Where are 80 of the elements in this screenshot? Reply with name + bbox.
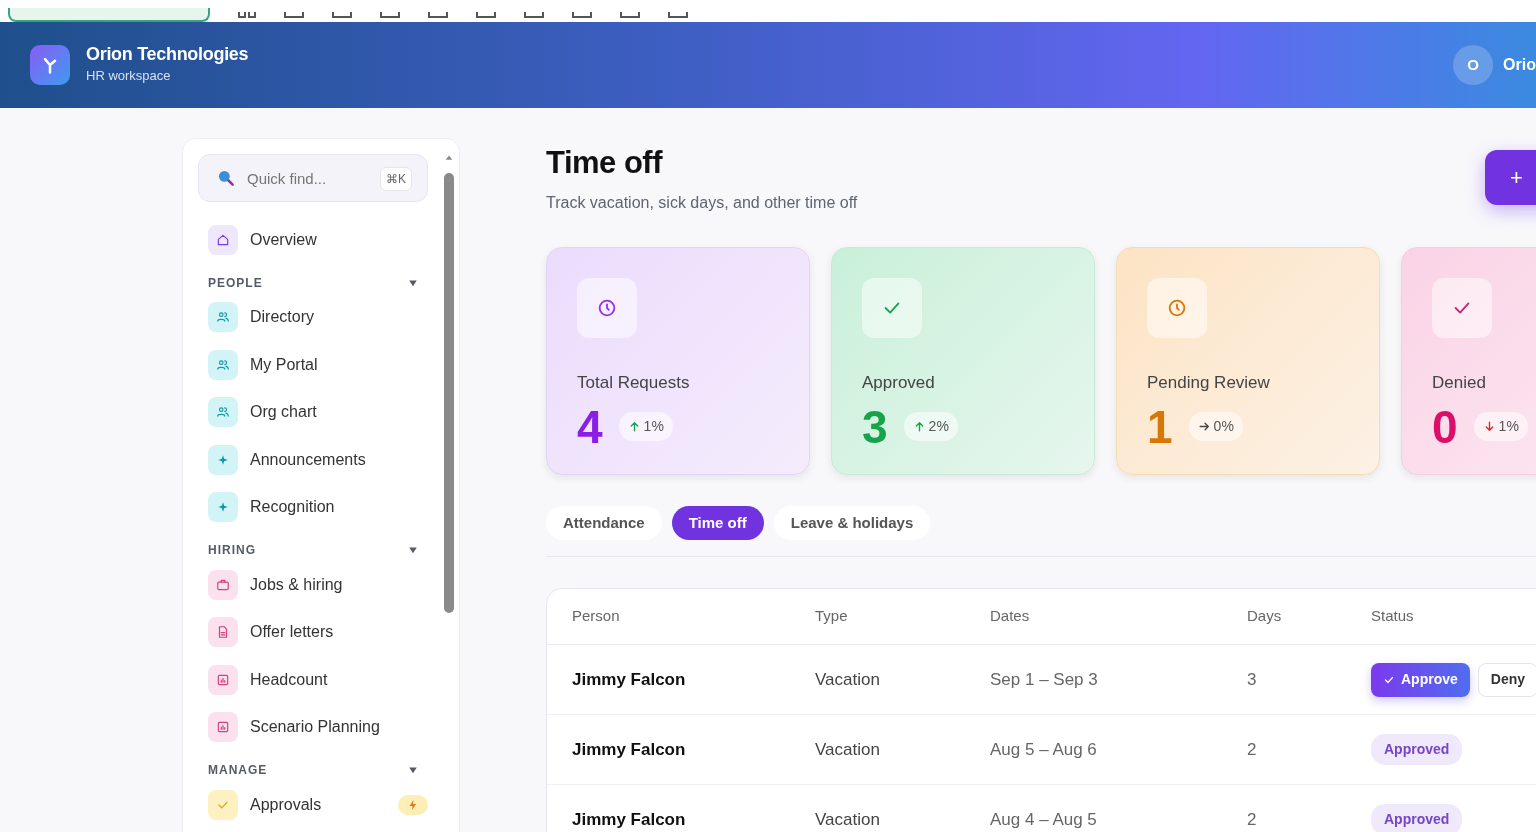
table-cell-text: Aug 4 – Aug 5 [990, 808, 1098, 831]
apps-icon[interactable] [238, 12, 256, 18]
caret-icon[interactable] [408, 765, 418, 775]
section-heading: HIRING [208, 542, 256, 559]
table-cell-text: Jimmy Falcon [572, 808, 687, 831]
status-badge: Approved [1371, 804, 1463, 832]
stat-label: Total Requests [577, 372, 691, 395]
nav-item[interactable]: Directory [198, 293, 428, 341]
document-tile-icon [208, 617, 238, 648]
table-cell-text: 2 [1247, 808, 1258, 831]
column-header: Type [815, 606, 849, 627]
section-heading: PEOPLE [208, 274, 263, 292]
stat-value: 4 [577, 403, 603, 450]
nav-item[interactable]: Jobs & hiring [198, 561, 428, 609]
deny-button[interactable]: Deny [1477, 662, 1536, 697]
tab[interactable]: Leave & holidays [773, 506, 931, 541]
nav-item[interactable]: Offer letters [198, 608, 428, 656]
status-badge: Approved [1371, 734, 1463, 766]
folder-icon[interactable] [284, 12, 304, 18]
trend-badge: 1% [618, 412, 673, 442]
nav-item[interactable]: Announcements [198, 436, 428, 484]
bookmark-chip[interactable] [8, 8, 210, 22]
table-cell-text: Sep 1 – Sep 3 [990, 668, 1099, 691]
table-cell-text: Jimmy Falcon [572, 668, 687, 691]
stat-label: Denied [1432, 372, 1487, 395]
column-header: Days [1247, 606, 1283, 627]
check-tile-icon [208, 789, 238, 820]
home-tile-icon [208, 224, 238, 255]
page-subtitle: Track vacation, sick days, and other time off [546, 193, 859, 214]
shortcut-key: ⌘K [380, 167, 412, 191]
people-tile-icon [208, 302, 238, 333]
caret-icon[interactable] [408, 545, 418, 555]
folder-icon[interactable] [428, 12, 448, 18]
nav-item[interactable]: Scenario Planning [198, 703, 428, 751]
folder-icon[interactable] [668, 12, 688, 18]
user-name[interactable]: Orio [1503, 53, 1536, 77]
chart-tile-icon [208, 664, 238, 695]
section-heading: MANAGE [208, 762, 268, 779]
nav-item[interactable]: Approvals [198, 781, 428, 829]
folder-icon[interactable] [476, 12, 496, 18]
nav-item[interactable]: My Portal [198, 341, 428, 389]
approve-button[interactable]: Approve [1371, 662, 1470, 697]
people-tile-icon [208, 397, 238, 428]
table-cell-text: Jimmy Falcon [572, 738, 687, 761]
trend-badge: 0% [1188, 412, 1243, 442]
folder-icon[interactable] [380, 12, 400, 18]
nav-item[interactable]: Overview [198, 216, 428, 264]
stat-label: Pending Review [1147, 372, 1271, 395]
table-cell-text: 3 [1247, 668, 1258, 691]
tab[interactable]: Attendance [546, 506, 662, 541]
search-icon [216, 168, 236, 188]
folder-icon[interactable] [332, 12, 352, 18]
people-tile-icon [208, 349, 238, 380]
folder-icon[interactable] [524, 12, 544, 18]
table-cell-text: Vacation [815, 808, 881, 831]
column-header: Dates [990, 606, 1031, 627]
nav-item[interactable]: Headcount [198, 656, 428, 704]
workspace-label: HR workspace [86, 67, 172, 86]
stat-value: 1 [1147, 403, 1173, 450]
nav-item[interactable]: Org chart [198, 388, 428, 436]
tab[interactable]: Time off [671, 506, 764, 541]
table-cell-text: Vacation [815, 738, 881, 761]
company-name: Orion Technologies [86, 44, 249, 67]
stat-label: Approved [862, 372, 936, 395]
column-header: Person [572, 606, 621, 627]
table-cell-text: Vacation [815, 668, 881, 691]
add-button[interactable]: + [1485, 150, 1536, 205]
briefcase-tile-icon [208, 569, 238, 600]
chart-tile-icon [208, 712, 238, 743]
column-header: Status [1371, 606, 1415, 627]
trend-badge: 2% [903, 412, 958, 442]
nav-item[interactable]: Recognition [198, 483, 428, 531]
stat-value: 3 [862, 403, 888, 450]
page-title: Time off [546, 144, 662, 182]
table-cell-text: Aug 5 – Aug 6 [990, 738, 1098, 761]
trend-badge: 1% [1473, 412, 1528, 442]
stat-value: 0 [1432, 403, 1458, 450]
folder-icon[interactable] [620, 12, 640, 18]
folder-icon[interactable] [572, 12, 592, 18]
table-cell-text: 2 [1247, 738, 1258, 761]
